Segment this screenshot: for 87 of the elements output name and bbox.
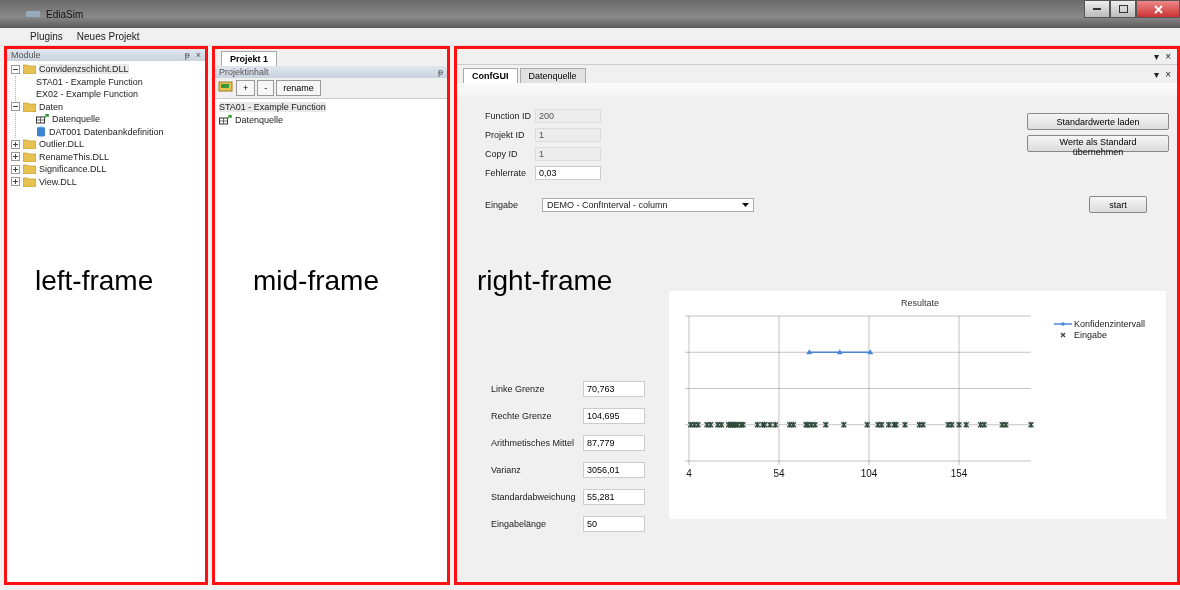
legend-label: Konfidenzintervall [1074,319,1146,329]
field-label: Fehlerrate [485,168,528,178]
field-label: Eingabe [485,199,519,210]
dropdown-arrow-icon [742,202,750,207]
table-arrow-icon [36,114,49,125]
minimize-icon [1093,7,1101,11]
result-label: Standardabweichung [491,492,577,502]
toolbar-button[interactable]: + [236,80,256,96]
close-button[interactable] [1136,0,1180,18]
dropdown-field[interactable]: DEMO - ConfInterval - column [542,197,755,212]
panel-control[interactable]: ▾ [1154,68,1160,80]
image-icon[interactable] [218,80,234,94]
tree-item[interactable]: EX02 - Example Function [36,89,139,100]
tree-item[interactable]: Datenquelle [52,114,101,125]
tree-item[interactable]: Datenquelle [235,114,284,125]
field-label: Function ID [485,111,533,121]
tree-item[interactable]: View.DLL [39,176,77,187]
expander-toggle[interactable] [11,139,20,149]
window-title: EdiaSim [46,8,84,20]
result-field[interactable]: 87,779 [583,435,645,451]
result-label: Arithmetisches Mittel [491,438,576,448]
maximize-icon [1118,5,1128,13]
close-icon [1153,4,1163,14]
result-label: Varianz [491,465,522,475]
toolbar-button[interactable]: - [257,80,275,96]
table-arrow-icon [219,114,232,125]
tree-item[interactable]: Daten [39,101,64,112]
close-button[interactable]: × [195,50,201,60]
expander-toggle[interactable] [11,164,20,174]
axis-tick-label: 4 [686,468,692,479]
tree-item[interactable]: Outlier.DLL [39,139,85,150]
annotation-label: mid-frame [253,265,379,297]
result-field[interactable]: 70,763 [583,381,645,397]
axis-tick-label: 104 [860,468,878,479]
input-field[interactable]: 0,03 [535,166,601,180]
expander-toggle[interactable] [11,177,20,187]
start-button[interactable]: start [1089,196,1147,213]
tree-item[interactable]: Convidenzschicht.DLL [39,64,129,75]
tab[interactable]: Projekt 1 [221,51,278,66]
result-label: Eingabelänge [491,519,548,529]
database-icon [36,126,46,138]
maximize-button[interactable] [1110,0,1136,18]
legend-marker-icon [1060,332,1066,338]
folder-icon [23,101,36,112]
chart-title: Resultate [901,298,939,308]
annotation-label: left-frame [35,265,154,297]
menu-item[interactable]: Neues Projekt [76,31,140,42]
folder-icon [23,176,36,187]
legend-line-icon [1053,322,1073,326]
result-field[interactable]: 3056,01 [583,462,645,478]
annotation-label: right-frame [477,265,613,297]
result-label: Linke Grenze [491,384,546,394]
tree-item[interactable]: DAT001 Datenbankdefinition [49,126,164,137]
app-icon [26,11,40,17]
action-button[interactable]: Standardwerte laden [1027,113,1169,130]
folder-icon [23,164,36,175]
panel-control[interactable]: × [1165,51,1171,62]
tab[interactable]: ConfGUI [463,68,518,83]
result-field[interactable]: 50 [583,516,645,532]
minimize-button[interactable] [1084,0,1110,18]
panel-title: Projektinhalt [219,67,269,77]
expander-toggle[interactable] [11,152,20,162]
axis-tick-label: 54 [773,468,785,479]
tree-item[interactable]: RenameThis.DLL [39,151,110,162]
field-label: Copy ID [485,149,519,159]
result-field[interactable]: 55,281 [583,489,645,505]
result-field[interactable]: 104,695 [583,408,645,424]
expander-toggle[interactable] [11,102,20,112]
expander-toggle[interactable] [11,64,20,74]
axis-tick-label: 154 [950,468,968,479]
tree-item[interactable]: STA01 - Example Function [36,76,143,87]
panel-control[interactable]: × [1165,68,1171,80]
folder-icon [23,139,36,150]
tree-item[interactable]: STA01 - Example Function [219,102,326,113]
tab[interactable]: Datenquelle [519,68,586,83]
pin-button[interactable]: ᵽ [184,50,190,60]
panel-control[interactable]: ▾ [1154,51,1160,62]
toolbar-button[interactable]: rename [276,80,321,96]
result-label: Rechte Grenze [491,411,553,421]
folder-icon [23,151,36,162]
legend-label: Eingabe [1074,330,1108,340]
folder-icon [23,64,36,75]
pin-button[interactable]: ᵽ [438,67,443,77]
field-label: Projekt ID [485,130,526,140]
tree-item[interactable]: Significance.DLL [39,164,107,175]
panel-title: Module [11,50,41,60]
menu-item[interactable]: Plugins [30,31,63,42]
